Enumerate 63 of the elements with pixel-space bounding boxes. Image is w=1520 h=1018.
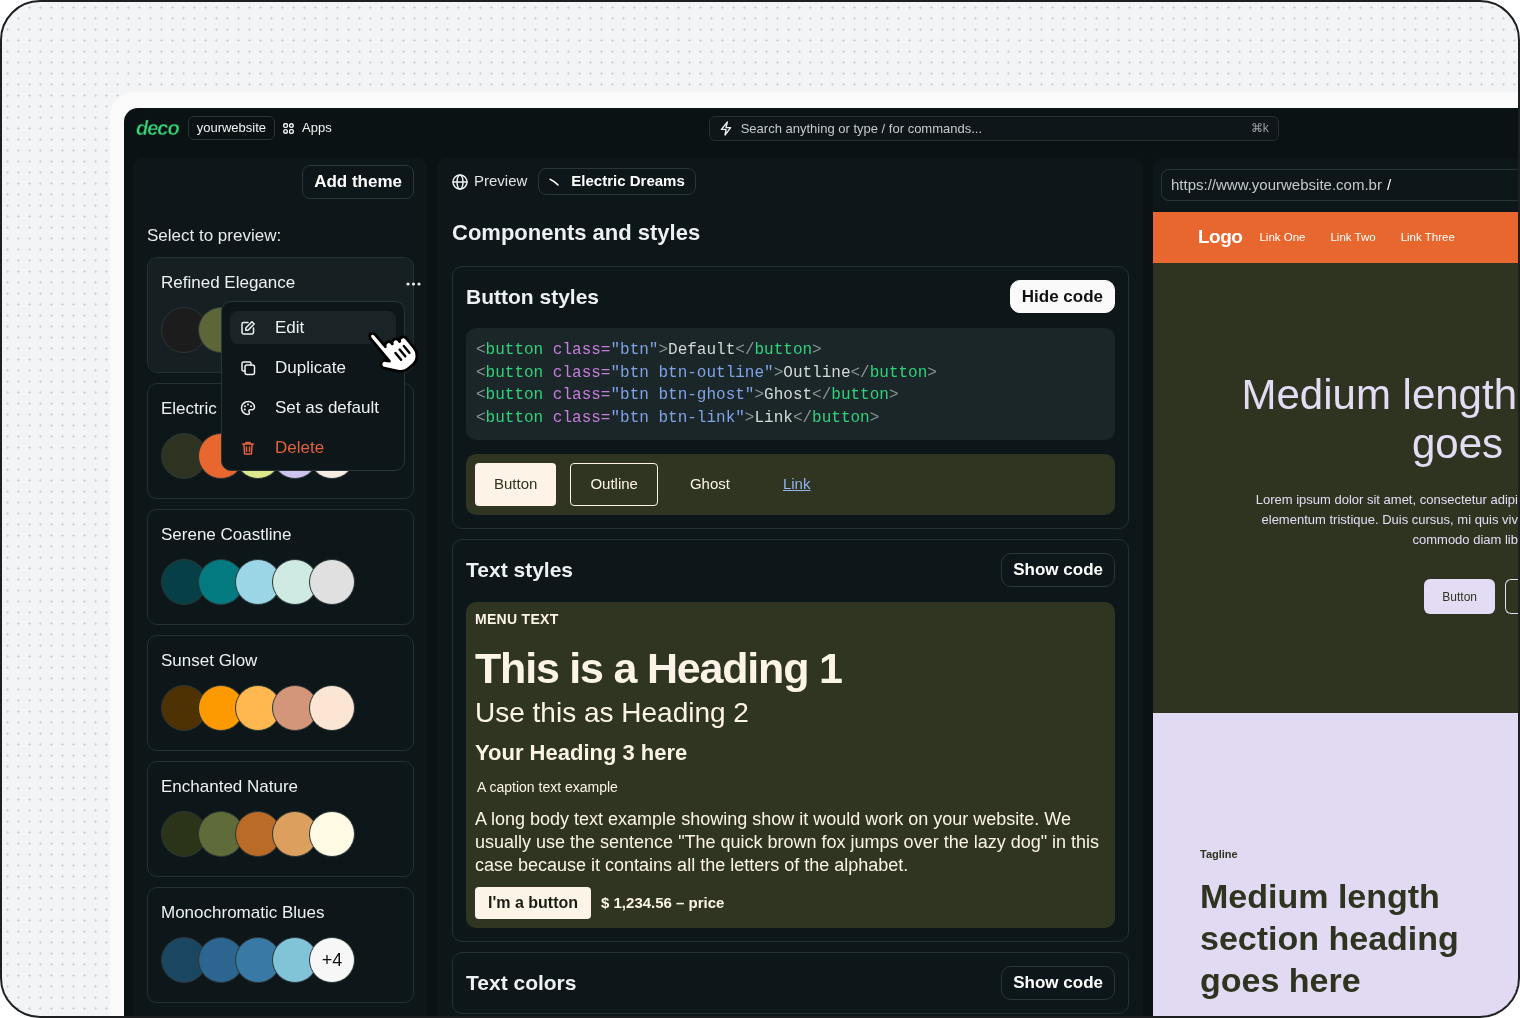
show-code-button[interactable]: Show code — [1001, 553, 1115, 587]
lightning-icon — [719, 120, 732, 136]
section-title: Text styles — [466, 557, 573, 584]
ghost-button[interactable]: Ghost — [671, 463, 748, 506]
outline-button[interactable]: Outline — [570, 463, 658, 506]
default-button[interactable]: Button — [475, 463, 557, 506]
menu-text-sample: MENU TEXT — [475, 610, 559, 628]
price-text: $ 1,234.56 – price — [601, 892, 725, 913]
more-colors-count: +4 — [309, 937, 355, 983]
theme-selector[interactable]: Electric Dreams — [538, 168, 696, 195]
prompt-text: Select to preview: — [147, 225, 283, 247]
theme-name: Serene Coastline — [161, 524, 292, 546]
copy-icon — [240, 359, 256, 376]
hand-cursor-icon — [367, 331, 419, 373]
section-title: Text colors — [466, 970, 577, 997]
hero-heading-line: goes — [1410, 419, 1504, 468]
slash-icon — [549, 177, 560, 186]
add-theme-button[interactable]: Add theme — [302, 165, 414, 199]
theme-card[interactable]: Monochromatic Blues +4 — [147, 887, 414, 1003]
code-line: <button class="btn">Default</button> — [476, 340, 822, 361]
more-options-icon[interactable] — [406, 282, 421, 286]
section-title: Button styles — [466, 283, 599, 310]
page-title: Components and styles — [452, 219, 701, 247]
pencil-icon — [240, 319, 256, 336]
site-selector[interactable]: yourwebsite — [187, 116, 276, 140]
theme-name: Enchanted Nature — [161, 776, 299, 798]
apps-button[interactable]: Apps — [278, 116, 337, 140]
sample-link[interactable]: Link — [761, 463, 832, 506]
apps-icon — [283, 122, 295, 134]
preview-label: Preview — [474, 171, 528, 192]
heading-3-sample: Your Heading 3 here — [475, 739, 688, 767]
heading-1-sample: This is a Heading 1 — [475, 643, 842, 693]
hero-text-line: commodo diam lib — [1411, 531, 1518, 549]
theme-name: Monochromatic Blues — [161, 902, 325, 924]
theme-card[interactable]: Enchanted Nature — [147, 761, 414, 877]
show-code-button[interactable]: Show code — [1001, 966, 1115, 1000]
shortcut-hint: ⌘k — [1250, 120, 1269, 136]
body-text-sample: A long body text example showing show it would work on your website. We usually use the sentence "The quick brown fox jumps over the lazy dog" in this case because it contains all the letters of the alphabet. — [475, 808, 1101, 877]
outline-button[interactable] — [1505, 579, 1518, 614]
caption-sample: A caption text example — [476, 778, 618, 796]
logo[interactable]: deco — [134, 117, 181, 139]
hero-text-line: elementum tristique. Duis cursus, mi quis viv — [1260, 511, 1518, 529]
hero-heading-line: Medium length — [1240, 370, 1518, 419]
code-line: <button class="btn btn-link">Link</button> — [476, 407, 880, 429]
globe-icon — [452, 173, 468, 190]
hero-text-line: Lorem ipsum dolor sit amet, consectetur adipi — [1254, 491, 1518, 509]
menu-item[interactable]: Edit — [230, 311, 396, 344]
menu-item[interactable]: Set as default — [230, 391, 396, 424]
code-line: <button class="btn btn-outline">Outline</button> — [476, 362, 937, 384]
theme-name: Electric — [161, 398, 217, 420]
theme-name: Refined Elegance — [161, 272, 296, 294]
code-line: <button class="btn btn-ghost">Ghost</button> — [476, 385, 899, 406]
theme-card[interactable]: Sunset Glow — [147, 635, 414, 751]
palette-icon — [240, 399, 256, 416]
tagline-text: Tagline — [1200, 847, 1238, 861]
theme-card[interactable]: Serene Coastline — [147, 509, 414, 625]
theme-name: Sunset Glow — [161, 650, 258, 672]
heading-2-sample: Use this as Heading 2 — [475, 696, 749, 730]
hide-code-button[interactable]: Hide code — [1009, 280, 1115, 313]
hero-button[interactable]: Button — [1424, 579, 1495, 614]
sample-button[interactable]: I'm a button — [475, 887, 591, 919]
section-heading: Medium length section heading goes here — [1200, 876, 1460, 1001]
url-field[interactable]: https://www.yourwebsite.com.br / — [1161, 169, 1518, 201]
